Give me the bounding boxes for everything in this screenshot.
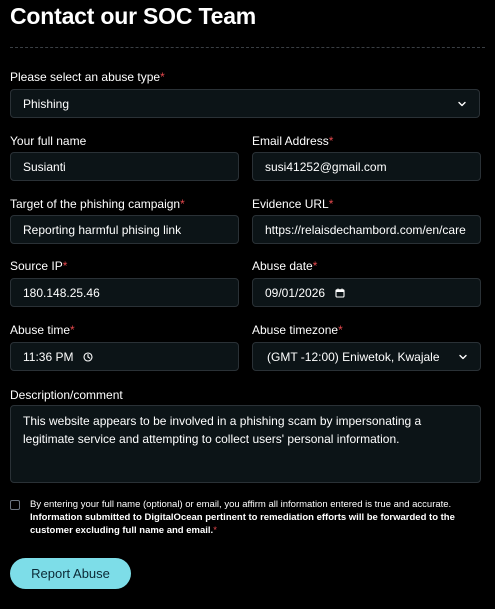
required-mark: * [213, 525, 217, 536]
abuse-time-label: Abuse time* [10, 323, 75, 337]
description-value: This website appears to be involved in a… [23, 414, 422, 446]
evidence-url-label: Evidence URL* [252, 197, 333, 211]
abuse-timezone-label-text: Abuse timezone [252, 323, 339, 337]
required-mark: * [70, 323, 75, 337]
consent-text-normal: By entering your full name (optional) or… [30, 499, 452, 510]
description-label-text: Description/comment [10, 388, 123, 402]
abuse-type-label: Please select an abuse type* [10, 70, 165, 84]
abuse-timezone-value: (GMT -12:00) Eniwetok, Kwajale [267, 349, 440, 364]
source-ip-label-text: Source IP [10, 259, 63, 273]
required-mark: * [160, 70, 165, 84]
abuse-type-label-text: Please select an abuse type [10, 70, 161, 84]
required-mark: * [328, 134, 334, 148]
description-textarea[interactable]: This website appears to be involved in a… [10, 405, 481, 483]
report-abuse-button[interactable]: Report Abuse [10, 558, 131, 589]
abuse-date-label: Abuse date* [252, 259, 317, 273]
required-mark: * [62, 259, 68, 273]
chevron-down-icon [457, 99, 467, 109]
description-label: Description/comment [10, 388, 123, 402]
abuse-type-select[interactable]: Phishing [10, 89, 480, 118]
source-ip-input[interactable]: 180.148.25.46 [10, 278, 239, 307]
consent-text-bold: Information submitted to DigitalOcean pe… [30, 512, 455, 536]
divider [10, 47, 485, 48]
abuse-date-value: 09/01/2026 [265, 285, 326, 300]
email-label: Email Address* [252, 134, 333, 148]
source-ip-label: Source IP* [10, 259, 67, 273]
full-name-label-text: Your full name [10, 134, 87, 148]
evidence-url-input[interactable]: https://relaisdechambord.com/en/care [252, 215, 481, 244]
evidence-url-value: https://relaisdechambord.com/en/care [265, 222, 466, 237]
email-label-text: Email Address [252, 134, 329, 148]
email-input[interactable]: susi41252@gmail.com [252, 152, 481, 181]
abuse-time-label-text: Abuse time [10, 323, 71, 337]
required-mark: * [312, 259, 318, 273]
full-name-label: Your full name [10, 134, 86, 148]
target-input[interactable]: Reporting harmful phising link [10, 215, 239, 244]
clock-icon[interactable] [83, 351, 94, 362]
source-ip-value: 180.148.25.46 [23, 285, 100, 300]
abuse-timezone-label: Abuse timezone* [252, 323, 343, 337]
page-title: Contact our SOC Team [10, 3, 257, 29]
contact-soc-page: Contact our SOC Team Please select an ab… [0, 0, 495, 609]
full-name-value: Susianti [23, 159, 66, 174]
abuse-time-input[interactable]: 11:36 PM [10, 342, 239, 371]
email-value: susi41252@gmail.com [265, 159, 387, 174]
required-mark: * [328, 197, 334, 211]
calendar-icon[interactable] [335, 288, 345, 298]
target-label-text: Target of the phishing campaign [10, 197, 181, 211]
required-mark: * [180, 197, 185, 211]
consent-checkbox[interactable] [10, 500, 20, 510]
evidence-url-label-text: Evidence URL [252, 197, 329, 211]
consent-row: By entering your full name (optional) or… [10, 498, 480, 537]
target-value: Reporting harmful phising link [23, 222, 182, 237]
abuse-time-value: 11:36 PM [23, 349, 74, 364]
required-mark: * [338, 323, 343, 337]
full-name-input[interactable]: Susianti [10, 152, 239, 181]
target-label: Target of the phishing campaign* [10, 197, 185, 211]
abuse-date-label-text: Abuse date [252, 259, 313, 273]
abuse-date-input[interactable]: 09/01/2026 [252, 278, 481, 307]
chevron-down-icon [458, 352, 468, 362]
abuse-type-value: Phishing [23, 96, 70, 111]
abuse-timezone-select[interactable]: (GMT -12:00) Eniwetok, Kwajale [252, 342, 481, 371]
consent-text: By entering your full name (optional) or… [30, 498, 480, 537]
